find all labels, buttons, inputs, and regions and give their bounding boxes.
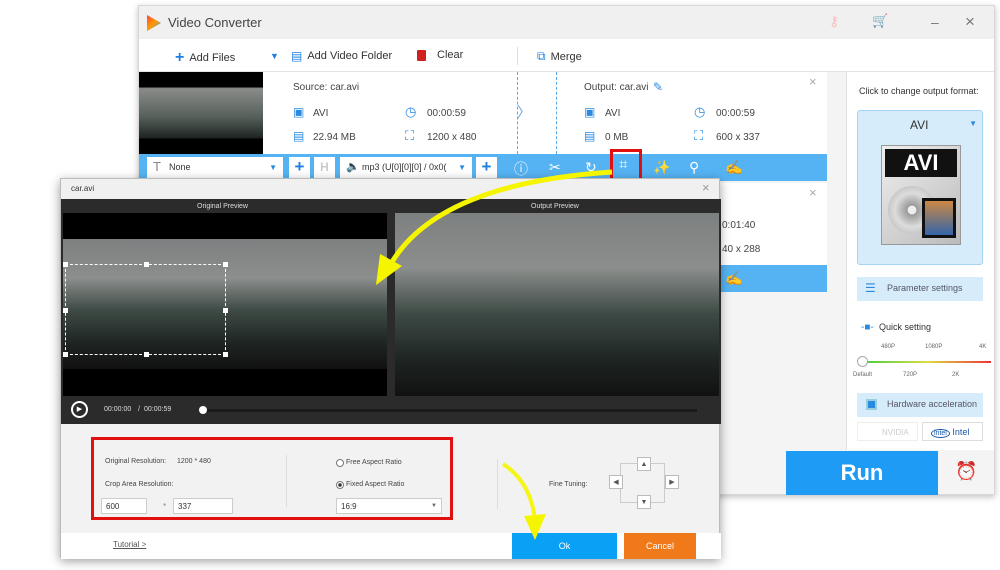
arrowhead (524, 514, 546, 540)
annotation-arrows (376, 169, 613, 540)
arrowhead (376, 254, 402, 285)
annotation-arrow-to-preview (389, 169, 613, 264)
annotation-arrow-to-ok (501, 462, 537, 521)
